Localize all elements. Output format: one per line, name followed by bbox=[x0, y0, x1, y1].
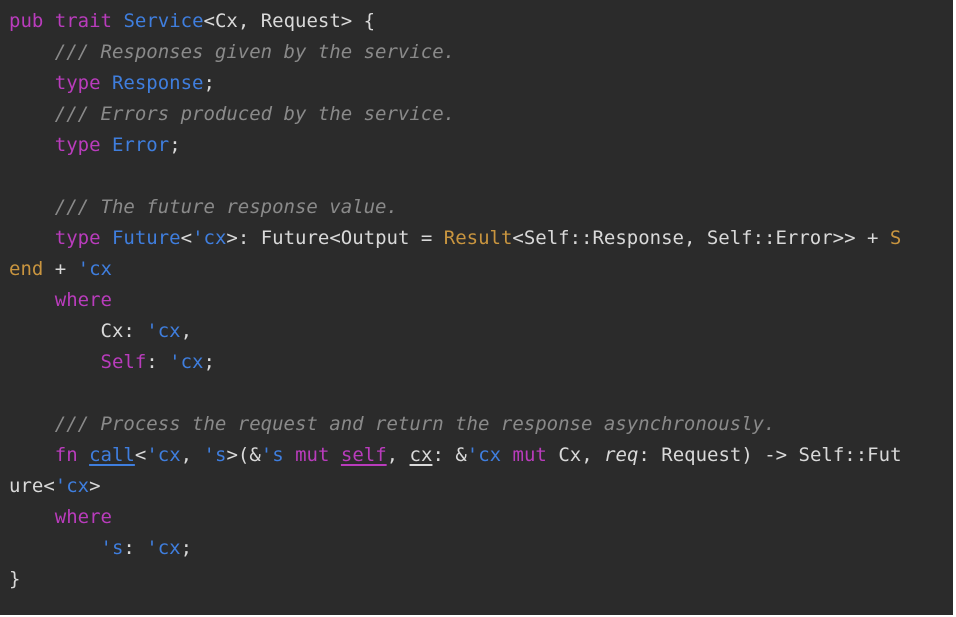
code-token: Future bbox=[112, 227, 181, 249]
code-token: <Cx, Request> { bbox=[204, 10, 376, 32]
code-token bbox=[9, 289, 55, 311]
code-token bbox=[78, 444, 89, 466]
code-token: req bbox=[604, 444, 638, 466]
code-line: Cx: 'cx, bbox=[9, 316, 953, 347]
code-line: } bbox=[9, 564, 953, 595]
code-line: type Response; bbox=[9, 68, 953, 99]
code-token: mut bbox=[513, 444, 547, 466]
code-token: Cx: bbox=[9, 320, 146, 342]
code-token bbox=[9, 134, 55, 156]
code-token: , bbox=[181, 320, 192, 342]
code-token: + bbox=[43, 258, 77, 280]
code-token: 's bbox=[101, 537, 124, 559]
code-token: 'cx bbox=[55, 475, 89, 497]
code-token bbox=[112, 10, 123, 32]
code-token: /// The future response value. bbox=[9, 196, 398, 218]
code-token: 'cx bbox=[146, 444, 180, 466]
code-token: /// Process the request and return the r… bbox=[9, 413, 775, 435]
code-editor: pub trait Service<Cx, Request> { /// Res… bbox=[0, 0, 953, 615]
code-line: type Error; bbox=[9, 130, 953, 161]
code-token: call bbox=[89, 444, 135, 466]
code-token: , bbox=[181, 444, 204, 466]
code-token: 'cx bbox=[146, 537, 180, 559]
code-token: pub bbox=[9, 10, 43, 32]
code-token: Response bbox=[112, 72, 204, 94]
code-token: > bbox=[89, 475, 100, 497]
code-token: Error bbox=[112, 134, 169, 156]
code-token: where bbox=[55, 506, 112, 528]
code-line: 's: 'cx; bbox=[9, 533, 953, 564]
code-line: /// Errors produced by the service. bbox=[9, 99, 953, 130]
code-token: 'cx bbox=[146, 320, 180, 342]
code-line: end + 'cx bbox=[9, 254, 953, 285]
code-token: ; bbox=[169, 134, 180, 156]
code-token: 's bbox=[261, 444, 284, 466]
code-token bbox=[101, 134, 112, 156]
code-token: 'cx bbox=[169, 351, 203, 373]
code-token: ; bbox=[204, 351, 215, 373]
code-token: Self bbox=[101, 351, 147, 373]
code-token: /// Errors produced by the service. bbox=[9, 103, 455, 125]
code-line: /// Process the request and return the r… bbox=[9, 409, 953, 440]
code-token: 'cx bbox=[467, 444, 501, 466]
code-token: Cx, bbox=[547, 444, 604, 466]
code-token: < bbox=[181, 227, 192, 249]
code-token: where bbox=[55, 289, 112, 311]
code-token bbox=[9, 72, 55, 94]
code-token: } bbox=[9, 568, 20, 590]
code-token: type bbox=[55, 227, 101, 249]
code-token: /// Responses given by the service. bbox=[9, 41, 455, 63]
code-token bbox=[9, 227, 55, 249]
code-line bbox=[9, 161, 953, 192]
code-token: self bbox=[341, 444, 387, 466]
code-line: type Future<'cx>: Future<Output = Result… bbox=[9, 223, 953, 254]
code-token bbox=[9, 444, 55, 466]
code-token: Service bbox=[123, 10, 203, 32]
code-token: : Request) -> Self::Fut bbox=[638, 444, 901, 466]
code-token: : & bbox=[432, 444, 466, 466]
code-token bbox=[43, 10, 54, 32]
code-token: type bbox=[55, 72, 101, 94]
code-token: 'cx bbox=[192, 227, 226, 249]
code-line: Self: 'cx; bbox=[9, 347, 953, 378]
code-token bbox=[501, 444, 512, 466]
code-token: : bbox=[123, 537, 146, 559]
code-token: end bbox=[9, 258, 43, 280]
code-token bbox=[9, 506, 55, 528]
code-token: type bbox=[55, 134, 101, 156]
code-token: ; bbox=[204, 72, 215, 94]
code-token: >: Future<Output = bbox=[226, 227, 443, 249]
code-token: ; bbox=[181, 537, 192, 559]
code-line bbox=[9, 378, 953, 409]
code-line: where bbox=[9, 502, 953, 533]
code-token bbox=[101, 227, 112, 249]
code-token bbox=[101, 72, 112, 94]
code-token: < bbox=[135, 444, 146, 466]
code-line: ure<'cx> bbox=[9, 471, 953, 502]
code-token: 'cx bbox=[78, 258, 112, 280]
code-token bbox=[9, 537, 101, 559]
code-line: fn call<'cx, 's>(&'s mut self, cx: &'cx … bbox=[9, 440, 953, 471]
code-token: <Self::Response, Self::Error>> + bbox=[512, 227, 890, 249]
code-line: /// Responses given by the service. bbox=[9, 37, 953, 68]
code-token bbox=[329, 444, 340, 466]
code-token: cx bbox=[410, 444, 433, 466]
code-token bbox=[284, 444, 295, 466]
code-token: : bbox=[146, 351, 169, 373]
code-token: S bbox=[890, 227, 901, 249]
code-token bbox=[9, 351, 101, 373]
code-token: , bbox=[387, 444, 410, 466]
code-token: fn bbox=[55, 444, 78, 466]
code-line: /// The future response value. bbox=[9, 192, 953, 223]
code-token: >(& bbox=[226, 444, 260, 466]
code-token: Result bbox=[444, 227, 513, 249]
code-line: pub trait Service<Cx, Request> { bbox=[9, 6, 953, 37]
code-token: mut bbox=[295, 444, 329, 466]
code-token: ure< bbox=[9, 475, 55, 497]
code-line: where bbox=[9, 285, 953, 316]
code-token: trait bbox=[55, 10, 112, 32]
code-token: 's bbox=[204, 444, 227, 466]
